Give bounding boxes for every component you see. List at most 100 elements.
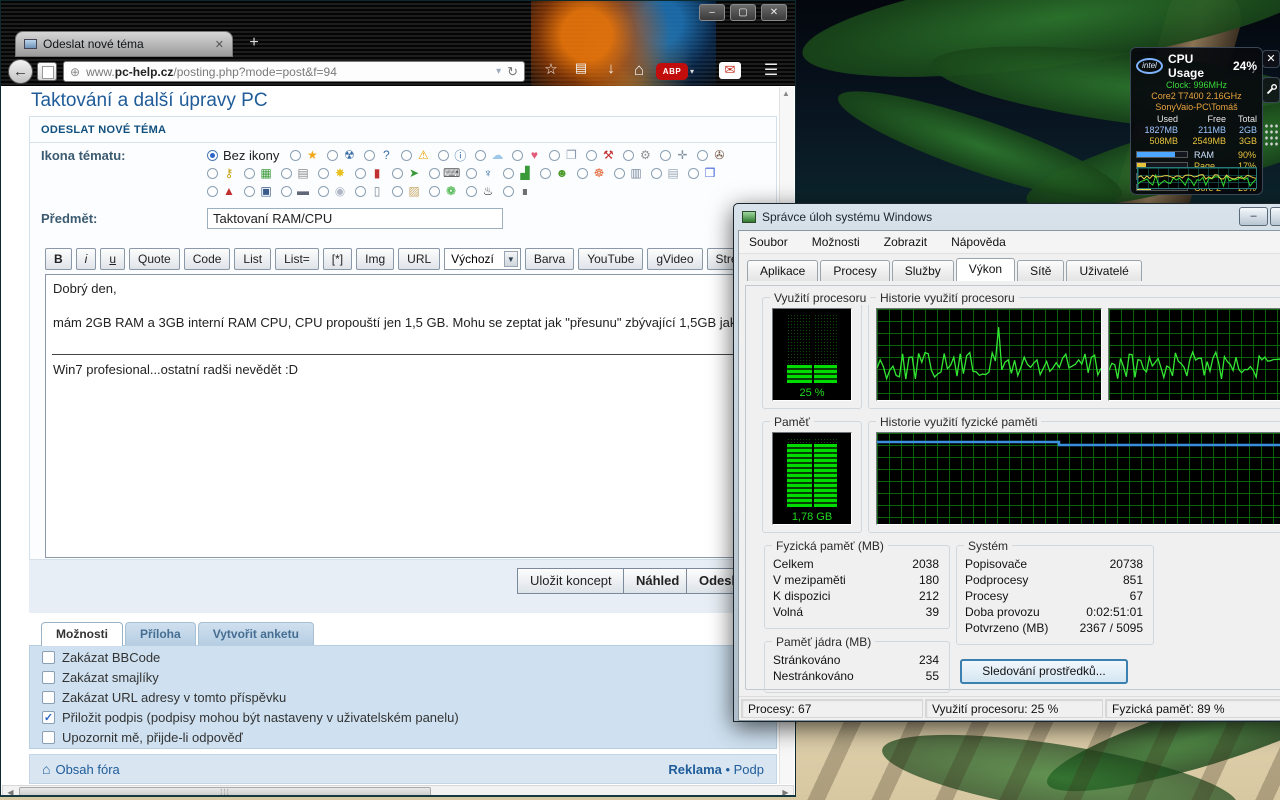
clipboard-icon[interactable]: ▤ xyxy=(569,60,593,76)
radio-star[interactable] xyxy=(290,150,301,161)
radio-blocks[interactable] xyxy=(688,168,699,179)
tab-procesy[interactable]: Procesy xyxy=(820,260,889,281)
subject-input[interactable]: Taktovaní RAM/CPU xyxy=(207,208,503,229)
radio-kettle[interactable] xyxy=(466,186,477,197)
maximize-button[interactable]: ▢ xyxy=(1270,207,1280,226)
checkbox[interactable] xyxy=(42,711,55,724)
browser-tab[interactable]: Odeslat nové téma ✕ xyxy=(15,31,233,57)
radio-send[interactable] xyxy=(392,168,403,179)
minimize-button[interactable]: – xyxy=(699,4,725,21)
bbcode-quote-button[interactable]: Quote xyxy=(129,248,180,270)
tab-uzivatele[interactable]: Uživatelé xyxy=(1066,260,1141,281)
bbcode-img-button[interactable]: Img xyxy=(356,248,394,270)
radio-radiation[interactable] xyxy=(327,150,338,161)
menu-icon[interactable]: ☰ xyxy=(758,61,784,81)
radio-pdf[interactable] xyxy=(207,186,218,197)
tab-vytvorit-anketu[interactable]: Vytvořit anketu xyxy=(198,622,314,646)
url-text[interactable]: www.pc-help.cz/posting.php?mode=post&f=9… xyxy=(86,65,490,79)
radio-smiley[interactable] xyxy=(540,168,551,179)
horizontal-scrollbar[interactable]: ◀ ⁞⁞⁞ ▶ xyxy=(2,785,794,795)
preview-button[interactable]: Náhled xyxy=(623,568,692,594)
radio-lock[interactable] xyxy=(207,168,218,179)
radio-film-camera[interactable] xyxy=(697,150,708,161)
radio-syringe[interactable] xyxy=(660,150,671,161)
tab-moznosti[interactable]: Možnosti xyxy=(41,622,123,646)
forward-page-icon[interactable] xyxy=(37,62,57,81)
tab-priloha[interactable]: Příloha xyxy=(125,622,196,646)
radio-copies[interactable] xyxy=(549,150,560,161)
scroll-left-icon[interactable]: ◀ xyxy=(4,787,17,795)
bbcode-gvideo-button[interactable]: gVideo xyxy=(647,248,702,270)
url-bar[interactable]: ⊕ www.pc-help.cz/posting.php?mode=post&f… xyxy=(63,61,525,82)
radio-info[interactable] xyxy=(438,150,449,161)
radio-warning[interactable] xyxy=(401,150,412,161)
mail-icon[interactable]: ✉ xyxy=(719,62,741,79)
radio-floppy-save[interactable] xyxy=(244,186,255,197)
radio-lifebuoy[interactable] xyxy=(577,168,588,179)
menu-soubor[interactable]: Soubor xyxy=(749,235,788,249)
bbcode-barva-button[interactable]: Barva xyxy=(525,248,574,270)
new-tab-button[interactable]: + xyxy=(241,34,267,54)
radio-sandbox[interactable] xyxy=(392,186,403,197)
radio-question[interactable] xyxy=(364,150,375,161)
checkbox[interactable] xyxy=(42,651,55,664)
radio-tools[interactable] xyxy=(586,150,597,161)
chevron-down-icon[interactable]: ▼ xyxy=(504,251,518,267)
radio-battery[interactable] xyxy=(355,168,366,179)
cpu-usage-gadget[interactable]: intel CPU Usage 24% Clock: 996MHz ♪ Core… xyxy=(1130,47,1263,195)
tab-site[interactable]: Sítě xyxy=(1017,260,1064,281)
tm-titlebar[interactable]: Správce úloh systému Windows xyxy=(734,204,1280,230)
forum-index-link[interactable]: Obsah fóra xyxy=(55,762,119,777)
bookmark-star-icon[interactable]: ☆ xyxy=(539,60,563,78)
radio-hard-drive[interactable] xyxy=(281,186,292,197)
bbcode--button[interactable]: [*] xyxy=(323,248,352,270)
radio-trash[interactable] xyxy=(503,186,514,197)
url-dropdown-icon[interactable]: ▾ xyxy=(496,66,501,77)
scrollbar-thumb[interactable]: ⁞⁞⁞ xyxy=(19,787,431,795)
page-title[interactable]: Taktování a další úpravy PC xyxy=(31,90,268,112)
bbcode-b-button[interactable]: B xyxy=(45,248,72,270)
radio-printer[interactable] xyxy=(281,168,292,179)
close-button[interactable]: ✕ xyxy=(761,4,787,21)
reload-icon[interactable]: ↻ xyxy=(507,64,518,80)
bbcode-code-button[interactable]: Code xyxy=(184,248,231,270)
adblock-plus-icon[interactable]: ABP xyxy=(656,63,688,80)
radio-usb-stick[interactable] xyxy=(355,186,366,197)
gadget-settings-wrench-icon[interactable] xyxy=(1262,77,1280,103)
tab-aplikace[interactable]: Aplikace xyxy=(747,260,818,281)
radio-gamepad[interactable] xyxy=(429,168,440,179)
checkbox[interactable] xyxy=(42,671,55,684)
radio-cd[interactable] xyxy=(318,186,329,197)
scroll-up-icon[interactable]: ▲ xyxy=(782,89,790,98)
tab-close-icon[interactable]: ✕ xyxy=(215,38,224,51)
radio-graphics-card[interactable] xyxy=(244,168,255,179)
resource-monitor-button[interactable]: Sledování prostředků... xyxy=(960,659,1128,684)
home-icon[interactable]: ⌂ xyxy=(627,60,651,80)
radio-gear[interactable] xyxy=(623,150,634,161)
bbcode-i-button[interactable]: i xyxy=(76,248,97,270)
checkbox[interactable] xyxy=(42,731,55,744)
radio-document[interactable] xyxy=(651,168,662,179)
menu-zobrazit[interactable]: Zobrazit xyxy=(884,235,927,249)
radio-heart[interactable] xyxy=(512,150,523,161)
radio-signal-chart[interactable] xyxy=(503,168,514,179)
maximize-button[interactable]: ▢ xyxy=(730,4,756,21)
radio-antenna[interactable] xyxy=(466,168,477,179)
scroll-right-icon[interactable]: ▶ xyxy=(779,787,792,795)
font-size-select[interactable]: Výchozí▼ xyxy=(444,248,521,270)
bbcode-list-button[interactable]: List= xyxy=(275,248,319,270)
radio-icq-flower[interactable] xyxy=(429,186,440,197)
bbcode-youtube-button[interactable]: YouTube xyxy=(578,248,643,270)
bbcode-u-button[interactable]: u xyxy=(100,248,125,270)
menu-moznosti[interactable]: Možnosti xyxy=(812,235,860,249)
save-draft-button[interactable]: Uložit koncept xyxy=(517,568,625,594)
checkbox[interactable] xyxy=(42,691,55,704)
gadget-drag-handle-icon[interactable] xyxy=(1264,123,1280,147)
bbcode-list-button[interactable]: List xyxy=(234,248,271,270)
minimize-button[interactable]: – xyxy=(1239,207,1268,226)
tab-sluzby[interactable]: Služby xyxy=(892,260,954,281)
radio-lightbulb[interactable] xyxy=(318,168,329,179)
message-textarea[interactable]: Dobrý den, mám 2GB RAM a 3GB interní RAM… xyxy=(45,274,781,558)
adblock-dropdown-icon[interactable]: ▾ xyxy=(690,67,694,76)
back-button[interactable]: ← xyxy=(8,59,33,84)
